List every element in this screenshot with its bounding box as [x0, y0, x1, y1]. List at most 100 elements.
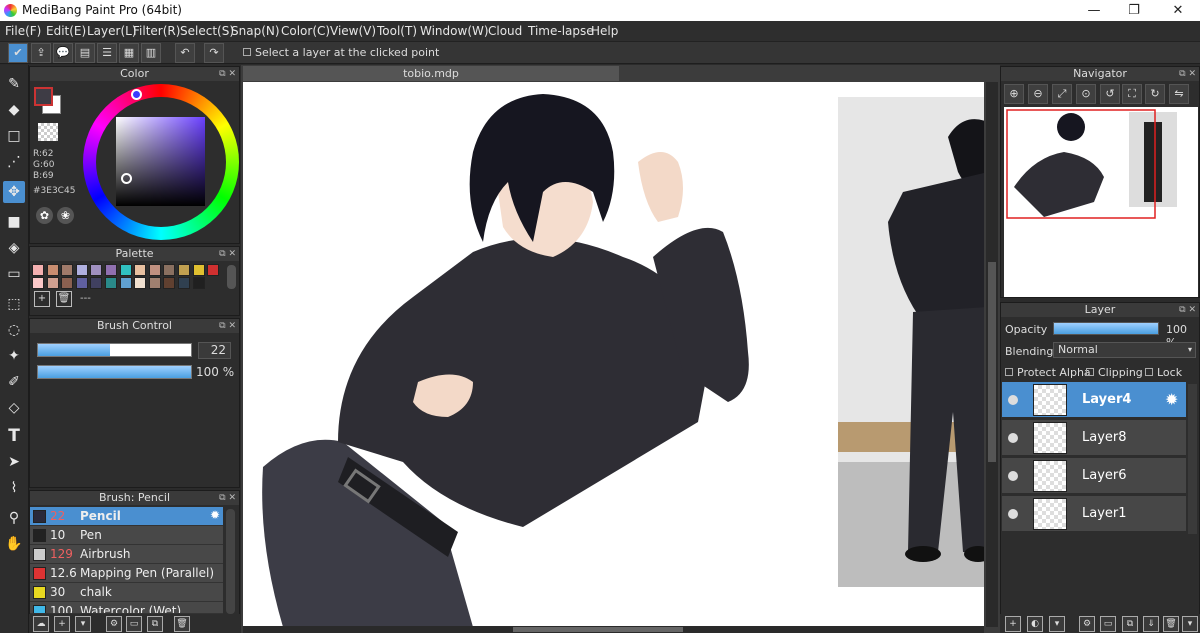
brush-list-scrollbar[interactable]	[226, 509, 235, 614]
select-layer-option[interactable]: Select a layer at the clicked point	[243, 46, 439, 59]
list-icon[interactable]: ☰	[97, 43, 117, 63]
palette-swatch[interactable]	[178, 277, 190, 289]
panel-controls-icon[interactable]: ⧉ ✕	[219, 247, 236, 261]
layout-icon[interactable]: ▥	[141, 43, 161, 63]
palette-swatch[interactable]	[207, 264, 220, 276]
brush-cloud-icon[interactable]: ☁	[33, 616, 49, 632]
dot-tool-icon[interactable]: ⋰	[3, 151, 25, 173]
add-brush-icon[interactable]: ▾	[75, 616, 91, 632]
close-button[interactable]: ✕	[1158, 0, 1198, 21]
palette-swatch[interactable]	[105, 277, 117, 289]
new-brush-icon[interactable]: +	[54, 616, 70, 632]
brush-item-watercolor[interactable]: 100 Watercolor (Wet)	[30, 602, 223, 614]
grid-icon[interactable]: ▦	[119, 43, 139, 63]
add-layer-icon[interactable]: ▾	[1049, 616, 1065, 632]
flip-icon[interactable]: ⇋	[1169, 84, 1189, 104]
panel-controls-icon[interactable]: ⧉ ✕	[219, 67, 236, 81]
lock-option[interactable]: Lock	[1145, 366, 1182, 379]
redo-icon[interactable]: ↷	[204, 43, 224, 63]
brush-size-value[interactable]: 22	[198, 342, 231, 359]
new-halftone-layer-icon[interactable]: ◐	[1027, 616, 1043, 632]
rotate-left-icon[interactable]: ↺	[1100, 84, 1120, 104]
palette-swatch[interactable]	[32, 264, 44, 276]
actual-size-icon[interactable]: ⊙	[1076, 84, 1096, 104]
panel-controls-icon[interactable]: ⧉ ✕	[1179, 303, 1196, 317]
palette-swatch[interactable]	[61, 277, 74, 289]
menu-file[interactable]: File(F)	[5, 24, 41, 38]
palette-swatch[interactable]	[192, 277, 205, 289]
canvas-horizontal-scrollbar[interactable]	[243, 626, 984, 633]
palette-swatch[interactable]	[90, 277, 103, 289]
menu-view[interactable]: View(V)	[330, 24, 376, 38]
menu-layer[interactable]: Layer(L)	[87, 24, 137, 38]
fill-rect-tool-icon[interactable]: ■	[3, 211, 25, 233]
comment-icon[interactable]: 💬	[53, 43, 73, 63]
document-tab[interactable]: tobio.mdp	[243, 66, 619, 81]
layer-row-layer8[interactable]: Layer8	[1002, 420, 1186, 456]
gradient-tool-icon[interactable]: ▭	[3, 263, 25, 285]
horizontal-scroll-thumb[interactable]	[513, 627, 683, 632]
brush-item-pencil[interactable]: 22 Pencil ✹	[30, 507, 223, 526]
brush-item-pen[interactable]: 10 Pen	[30, 526, 223, 545]
fit-screen-icon[interactable]: ⛶	[1122, 84, 1142, 104]
panel-controls-icon[interactable]: ⧉ ✕	[1179, 67, 1196, 81]
menu-filter[interactable]: Filter(R)	[133, 24, 180, 38]
select-eraser-tool-icon[interactable]: ◇	[3, 397, 25, 419]
lasso-tool-icon[interactable]: ◌	[3, 319, 25, 341]
gear-icon[interactable]: ✹	[210, 508, 220, 522]
palette-swatch[interactable]	[148, 264, 161, 276]
brush-item-airbrush[interactable]: 129 Airbrush	[30, 545, 223, 564]
palette-swatch[interactable]	[46, 277, 59, 289]
hand-tool-icon[interactable]: ✋	[3, 533, 25, 555]
foreground-color-swatch[interactable]	[34, 87, 53, 106]
color-mixer-icon[interactable]: ❀	[57, 207, 74, 224]
palette-swatch[interactable]	[75, 264, 88, 276]
visibility-eye-icon[interactable]	[1008, 433, 1018, 443]
select-rect-tool-icon[interactable]: ⬚	[3, 293, 25, 315]
move-tool-icon[interactable]: ✥	[3, 181, 25, 203]
palette-swatch[interactable]	[178, 264, 190, 276]
palette-swatch[interactable]	[134, 277, 147, 289]
maximize-button[interactable]: ❐	[1114, 0, 1154, 21]
clipping-checkbox[interactable]	[1086, 368, 1094, 376]
palette-swatch[interactable]	[119, 264, 132, 276]
menu-select[interactable]: Select(S)	[180, 24, 234, 38]
menu-cloud[interactable]: Cloud	[488, 24, 522, 38]
menu-color[interactable]: Color(C)	[281, 24, 330, 38]
palette-swatch[interactable]	[148, 277, 161, 289]
zoom-out-icon[interactable]: ⊖	[1028, 84, 1048, 104]
blending-select[interactable]: Normal ▾	[1053, 342, 1196, 358]
visibility-eye-icon[interactable]	[1008, 509, 1018, 519]
palette-swatch[interactable]	[119, 277, 132, 289]
palette-swatch[interactable]	[105, 264, 117, 276]
new-layer-icon[interactable]: +	[1005, 616, 1021, 632]
undo-icon[interactable]: ↶	[175, 43, 195, 63]
eraser-tool-icon[interactable]: ◆	[3, 99, 25, 121]
fit-window-icon[interactable]: ⤢	[1052, 84, 1072, 104]
visibility-eye-icon[interactable]	[1008, 471, 1018, 481]
palette-swatch[interactable]	[32, 277, 44, 289]
check-icon[interactable]: ✔	[8, 43, 28, 63]
lock-checkbox[interactable]	[1145, 368, 1153, 376]
operation-tool-icon[interactable]: ➤	[3, 451, 25, 473]
menu-edit[interactable]: Edit(E)	[46, 24, 86, 38]
duplicate-brush-icon[interactable]: ⧉	[147, 616, 163, 632]
clipping-option[interactable]: Clipping	[1086, 366, 1143, 379]
vertical-scroll-thumb[interactable]	[988, 262, 996, 462]
delete-brush-icon[interactable]: 🗑	[174, 616, 190, 632]
hue-handle[interactable]	[131, 89, 142, 100]
menu-help[interactable]: Help	[591, 24, 618, 38]
brush-item-mapping-pen[interactable]: 12.6 Mapping Pen (Parallel)	[30, 564, 223, 583]
zoom-in-icon[interactable]: ⊕	[1004, 84, 1024, 104]
panel-controls-icon[interactable]: ⧉ ✕	[219, 491, 236, 505]
blur-tool-icon[interactable]: ⌇	[3, 477, 25, 499]
palette-swatch[interactable]	[134, 264, 147, 276]
layer-settings-icon[interactable]: ⚙	[1079, 616, 1095, 632]
canvas-vertical-scrollbar[interactable]	[986, 82, 998, 627]
protect-alpha-checkbox[interactable]	[1005, 368, 1013, 376]
panel-icon[interactable]: ▤	[75, 43, 95, 63]
palette-swatch[interactable]	[90, 264, 103, 276]
palette-swatch[interactable]	[46, 264, 59, 276]
delete-palette-icon[interactable]: 🗑	[56, 291, 72, 307]
select-pen-tool-icon[interactable]: ✐	[3, 371, 25, 393]
